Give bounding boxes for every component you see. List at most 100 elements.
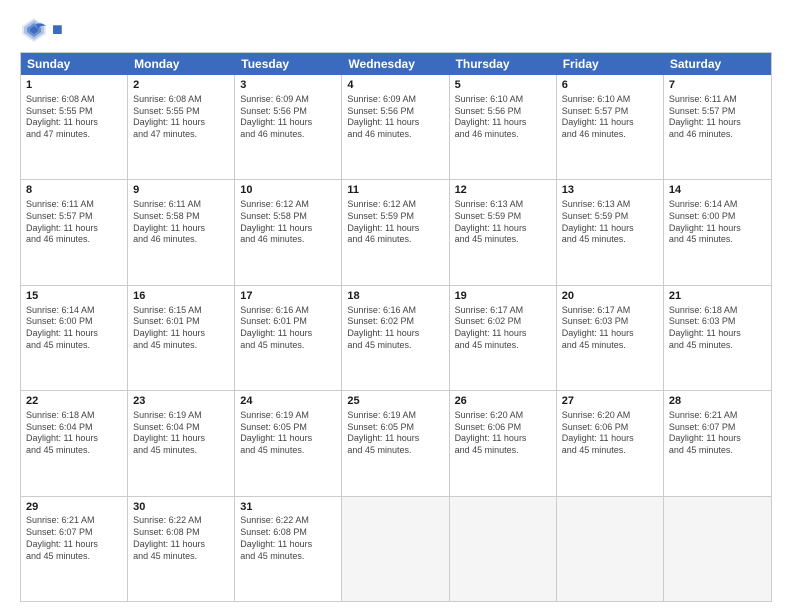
day-number: 15	[26, 289, 122, 304]
header: ■	[20, 16, 772, 44]
page: ■ SundayMondayTuesdayWednesdayThursdayFr…	[0, 0, 792, 612]
calendar: SundayMondayTuesdayWednesdayThursdayFrid…	[20, 52, 772, 602]
calendar-week: 22Sunrise: 6:18 AM Sunset: 6:04 PM Dayli…	[21, 391, 771, 496]
calendar-cell: 2Sunrise: 6:08 AM Sunset: 5:55 PM Daylig…	[128, 75, 235, 179]
day-number: 10	[240, 183, 336, 198]
calendar-cell: 23Sunrise: 6:19 AM Sunset: 6:04 PM Dayli…	[128, 391, 235, 495]
calendar-cell: 19Sunrise: 6:17 AM Sunset: 6:02 PM Dayli…	[450, 286, 557, 390]
calendar-week: 1 Sunrise: 6:08 AM Sunset: 5:55 PM Daylig…	[21, 75, 771, 180]
calendar-cell: 22Sunrise: 6:18 AM Sunset: 6:04 PM Dayli…	[21, 391, 128, 495]
calendar-cell: 7Sunrise: 6:11 AM Sunset: 5:57 PM Daylig…	[664, 75, 771, 179]
day-number: 13	[562, 183, 658, 198]
cal-header-day: Friday	[557, 53, 664, 75]
day-number: 3	[240, 78, 336, 93]
calendar-cell: 14Sunrise: 6:14 AM Sunset: 6:00 PM Dayli…	[664, 180, 771, 284]
day-info: Sunrise: 6:08 AM Sunset: 5:55 PM Dayligh…	[133, 94, 229, 141]
day-info: Sunrise: 6:21 AM Sunset: 6:07 PM Dayligh…	[26, 515, 122, 562]
day-info: Sunrise: 6:20 AM Sunset: 6:06 PM Dayligh…	[455, 410, 551, 457]
calendar-cell: 31Sunrise: 6:22 AM Sunset: 6:08 PM Dayli…	[235, 497, 342, 601]
calendar-cell: 3Sunrise: 6:09 AM Sunset: 5:56 PM Daylig…	[235, 75, 342, 179]
day-number: 2	[133, 78, 229, 93]
day-info: Sunrise: 6:13 AM Sunset: 5:59 PM Dayligh…	[455, 199, 551, 246]
calendar-cell: 11Sunrise: 6:12 AM Sunset: 5:59 PM Dayli…	[342, 180, 449, 284]
calendar-cell: 24Sunrise: 6:19 AM Sunset: 6:05 PM Dayli…	[235, 391, 342, 495]
day-number: 8	[26, 183, 122, 198]
calendar-cell: 29Sunrise: 6:21 AM Sunset: 6:07 PM Dayli…	[21, 497, 128, 601]
day-number: 30	[133, 500, 229, 515]
logo-icon	[20, 16, 48, 44]
calendar-cell: 28Sunrise: 6:21 AM Sunset: 6:07 PM Dayli…	[664, 391, 771, 495]
calendar-cell: 20Sunrise: 6:17 AM Sunset: 6:03 PM Dayli…	[557, 286, 664, 390]
day-info: Sunrise: 6:14 AM Sunset: 6:00 PM Dayligh…	[669, 199, 766, 246]
day-number: 6	[562, 78, 658, 93]
calendar-cell	[342, 497, 449, 601]
day-info: Sunrise: 6:21 AM Sunset: 6:07 PM Dayligh…	[669, 410, 766, 457]
day-number: 1	[26, 78, 122, 93]
day-info: Sunrise: 6:18 AM Sunset: 6:04 PM Dayligh…	[26, 410, 122, 457]
calendar-cell: 4Sunrise: 6:09 AM Sunset: 5:56 PM Daylig…	[342, 75, 449, 179]
day-number: 12	[455, 183, 551, 198]
day-number: 26	[455, 394, 551, 409]
day-info: Sunrise: 6:20 AM Sunset: 6:06 PM Dayligh…	[562, 410, 658, 457]
calendar-cell	[450, 497, 557, 601]
day-number: 17	[240, 289, 336, 304]
day-info: Sunrise: 6:13 AM Sunset: 5:59 PM Dayligh…	[562, 199, 658, 246]
day-info: Sunrise: 6:22 AM Sunset: 6:08 PM Dayligh…	[133, 515, 229, 562]
calendar-cell: 15Sunrise: 6:14 AM Sunset: 6:00 PM Dayli…	[21, 286, 128, 390]
day-number: 7	[669, 78, 766, 93]
cal-header-day: Monday	[128, 53, 235, 75]
day-info: Sunrise: 6:17 AM Sunset: 6:02 PM Dayligh…	[455, 305, 551, 352]
day-info: Sunrise: 6:19 AM Sunset: 6:04 PM Dayligh…	[133, 410, 229, 457]
day-number: 21	[669, 289, 766, 304]
calendar-body: 1 Sunrise: 6:08 AM Sunset: 5:55 PM Daylig…	[21, 75, 771, 601]
logo-text: ■	[52, 20, 63, 40]
calendar-week: 29Sunrise: 6:21 AM Sunset: 6:07 PM Dayli…	[21, 497, 771, 601]
day-info: Sunrise: 6:15 AM Sunset: 6:01 PM Dayligh…	[133, 305, 229, 352]
day-info: Sunrise: 6:12 AM Sunset: 5:59 PM Dayligh…	[347, 199, 443, 246]
day-info: Sunrise: 6:10 AM Sunset: 5:56 PM Dayligh…	[455, 94, 551, 141]
day-info: Sunrise: 6:14 AM Sunset: 6:00 PM Dayligh…	[26, 305, 122, 352]
day-number: 9	[133, 183, 229, 198]
day-info: Sunrise: 6:09 AM Sunset: 5:56 PM Dayligh…	[240, 94, 336, 141]
calendar-cell: 8Sunrise: 6:11 AM Sunset: 5:57 PM Daylig…	[21, 180, 128, 284]
day-info: Sunrise: 6:16 AM Sunset: 6:02 PM Dayligh…	[347, 305, 443, 352]
day-number: 24	[240, 394, 336, 409]
calendar-cell: 12Sunrise: 6:13 AM Sunset: 5:59 PM Dayli…	[450, 180, 557, 284]
day-info: Sunrise: 6:19 AM Sunset: 6:05 PM Dayligh…	[240, 410, 336, 457]
day-info: Sunrise: 6:19 AM Sunset: 6:05 PM Dayligh…	[347, 410, 443, 457]
calendar-week: 8Sunrise: 6:11 AM Sunset: 5:57 PM Daylig…	[21, 180, 771, 285]
day-number: 27	[562, 394, 658, 409]
calendar-cell: 5Sunrise: 6:10 AM Sunset: 5:56 PM Daylig…	[450, 75, 557, 179]
calendar-cell: 21Sunrise: 6:18 AM Sunset: 6:03 PM Dayli…	[664, 286, 771, 390]
day-number: 16	[133, 289, 229, 304]
day-info: Sunrise: 6:18 AM Sunset: 6:03 PM Dayligh…	[669, 305, 766, 352]
calendar-week: 15Sunrise: 6:14 AM Sunset: 6:00 PM Dayli…	[21, 286, 771, 391]
calendar-cell: 10Sunrise: 6:12 AM Sunset: 5:58 PM Dayli…	[235, 180, 342, 284]
calendar-header: SundayMondayTuesdayWednesdayThursdayFrid…	[21, 53, 771, 75]
day-info: Sunrise: 6:11 AM Sunset: 5:57 PM Dayligh…	[26, 199, 122, 246]
day-number: 29	[26, 500, 122, 515]
day-info: Sunrise: 6:12 AM Sunset: 5:58 PM Dayligh…	[240, 199, 336, 246]
logo: ■	[20, 16, 63, 44]
day-info: Sunrise: 6:11 AM Sunset: 5:57 PM Dayligh…	[669, 94, 766, 141]
day-number: 22	[26, 394, 122, 409]
day-number: 19	[455, 289, 551, 304]
day-info: Sunrise: 6:16 AM Sunset: 6:01 PM Dayligh…	[240, 305, 336, 352]
calendar-cell: 17Sunrise: 6:16 AM Sunset: 6:01 PM Dayli…	[235, 286, 342, 390]
calendar-cell: 30Sunrise: 6:22 AM Sunset: 6:08 PM Dayli…	[128, 497, 235, 601]
day-number: 4	[347, 78, 443, 93]
day-number: 31	[240, 500, 336, 515]
day-number: 20	[562, 289, 658, 304]
cal-header-day: Thursday	[450, 53, 557, 75]
cal-header-day: Sunday	[21, 53, 128, 75]
day-number: 5	[455, 78, 551, 93]
calendar-cell: 25Sunrise: 6:19 AM Sunset: 6:05 PM Dayli…	[342, 391, 449, 495]
day-info: Sunrise: 6:22 AM Sunset: 6:08 PM Dayligh…	[240, 515, 336, 562]
calendar-cell	[557, 497, 664, 601]
day-info: Sunrise: 6:10 AM Sunset: 5:57 PM Dayligh…	[562, 94, 658, 141]
day-info: Sunrise: 6:17 AM Sunset: 6:03 PM Dayligh…	[562, 305, 658, 352]
day-number: 28	[669, 394, 766, 409]
calendar-cell: 1Sunrise: 6:08 AM Sunset: 5:55 PM Daylig…	[21, 75, 128, 179]
calendar-cell: 18Sunrise: 6:16 AM Sunset: 6:02 PM Dayli…	[342, 286, 449, 390]
cal-header-day: Tuesday	[235, 53, 342, 75]
